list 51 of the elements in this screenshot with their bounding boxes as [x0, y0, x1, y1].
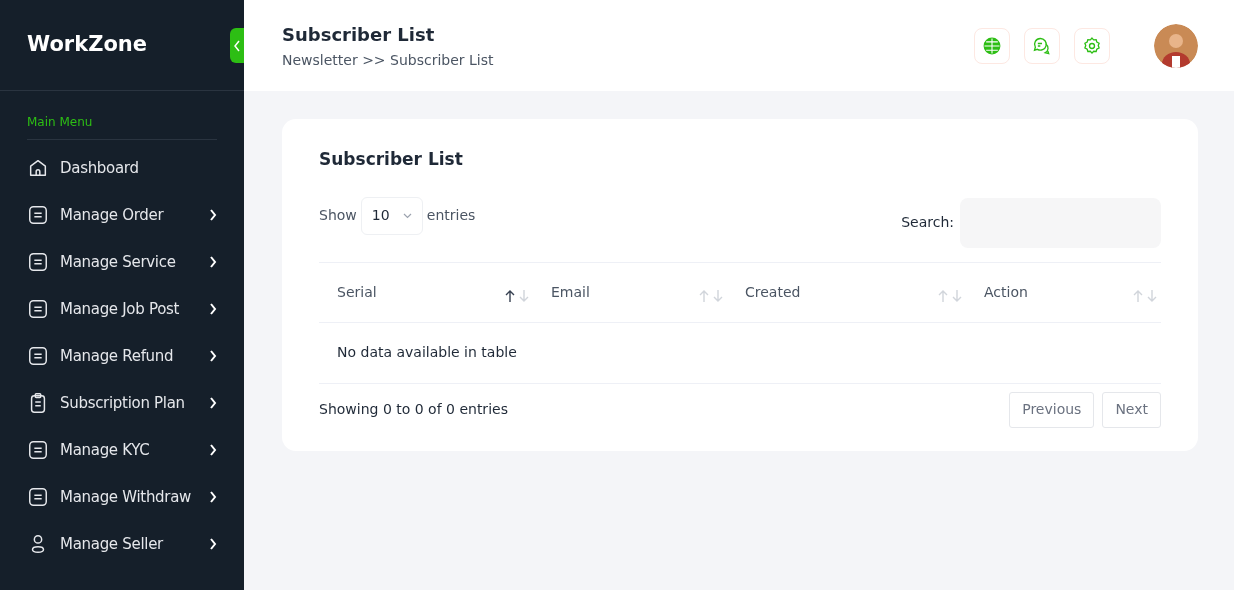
chat-icon — [1032, 35, 1052, 56]
settings-icon — [1082, 35, 1102, 56]
chevron-right-icon — [209, 303, 217, 315]
section-label: Main Menu — [27, 115, 93, 129]
card-title: Subscriber List — [319, 148, 464, 171]
sidebar-item[interactable]: Dashboard — [27, 154, 217, 182]
chevron-right-icon — [209, 491, 217, 503]
globe-icon — [982, 35, 1002, 56]
settings-button[interactable] — [1074, 27, 1110, 64]
page-size-select[interactable]: 10 — [360, 196, 423, 235]
breadcrumb: Newsletter >> Subscriber List — [282, 50, 495, 70]
chevron-right-icon — [209, 350, 217, 362]
show-label: Show — [319, 206, 357, 225]
sidebar-item[interactable]: Manage KYC — [27, 436, 217, 464]
sidebar-item[interactable]: Manage Seller — [27, 530, 217, 558]
sidebar-item[interactable]: Subscription Plan — [27, 389, 217, 417]
entries-label: entries — [426, 206, 476, 225]
avatar-icon[interactable] — [1154, 23, 1198, 68]
document-icon — [27, 204, 49, 226]
pagination-button[interactable]: Next — [1102, 391, 1161, 428]
chat-button[interactable] — [1024, 27, 1060, 64]
chevron-right-icon — [209, 209, 217, 221]
sidebar-item[interactable]: Manage Job Post — [27, 295, 217, 323]
chevron-right-icon — [209, 444, 217, 456]
language-button[interactable] — [974, 27, 1010, 64]
document-icon — [27, 298, 49, 320]
document-icon — [27, 486, 49, 508]
sidebar-item[interactable]: Manage Refund — [27, 342, 217, 370]
search-label: Search: — [901, 213, 954, 232]
column-header[interactable]: Serial — [337, 281, 377, 303]
sidebar-item[interactable]: Manage Order — [27, 201, 217, 229]
column-header[interactable]: Created — [745, 281, 801, 303]
chevron-right-icon — [209, 256, 217, 268]
column-header[interactable]: Action — [984, 281, 1028, 303]
chevron-left-icon — [233, 39, 241, 52]
page-title: Subscriber List — [282, 22, 436, 47]
collapse-button[interactable] — [230, 28, 244, 63]
document-icon — [27, 251, 49, 273]
chevron-right-icon — [209, 397, 217, 409]
brand-logo: WorkZone — [27, 31, 147, 59]
document-icon — [27, 439, 49, 461]
sidebar-item[interactable]: Manage Service — [27, 248, 217, 276]
chevron-down-icon — [402, 212, 412, 219]
pagination-button[interactable]: Previous — [1009, 391, 1095, 428]
entries-info: Showing 0 to 0 of 0 entries — [319, 400, 508, 419]
column-header[interactable]: Email — [551, 281, 590, 303]
sidebar-item[interactable]: Manage Withdraw — [27, 483, 217, 511]
document-icon — [27, 345, 49, 367]
empty-message: No data available in table — [337, 343, 517, 362]
chevron-right-icon — [209, 538, 217, 550]
home-icon — [27, 157, 49, 179]
